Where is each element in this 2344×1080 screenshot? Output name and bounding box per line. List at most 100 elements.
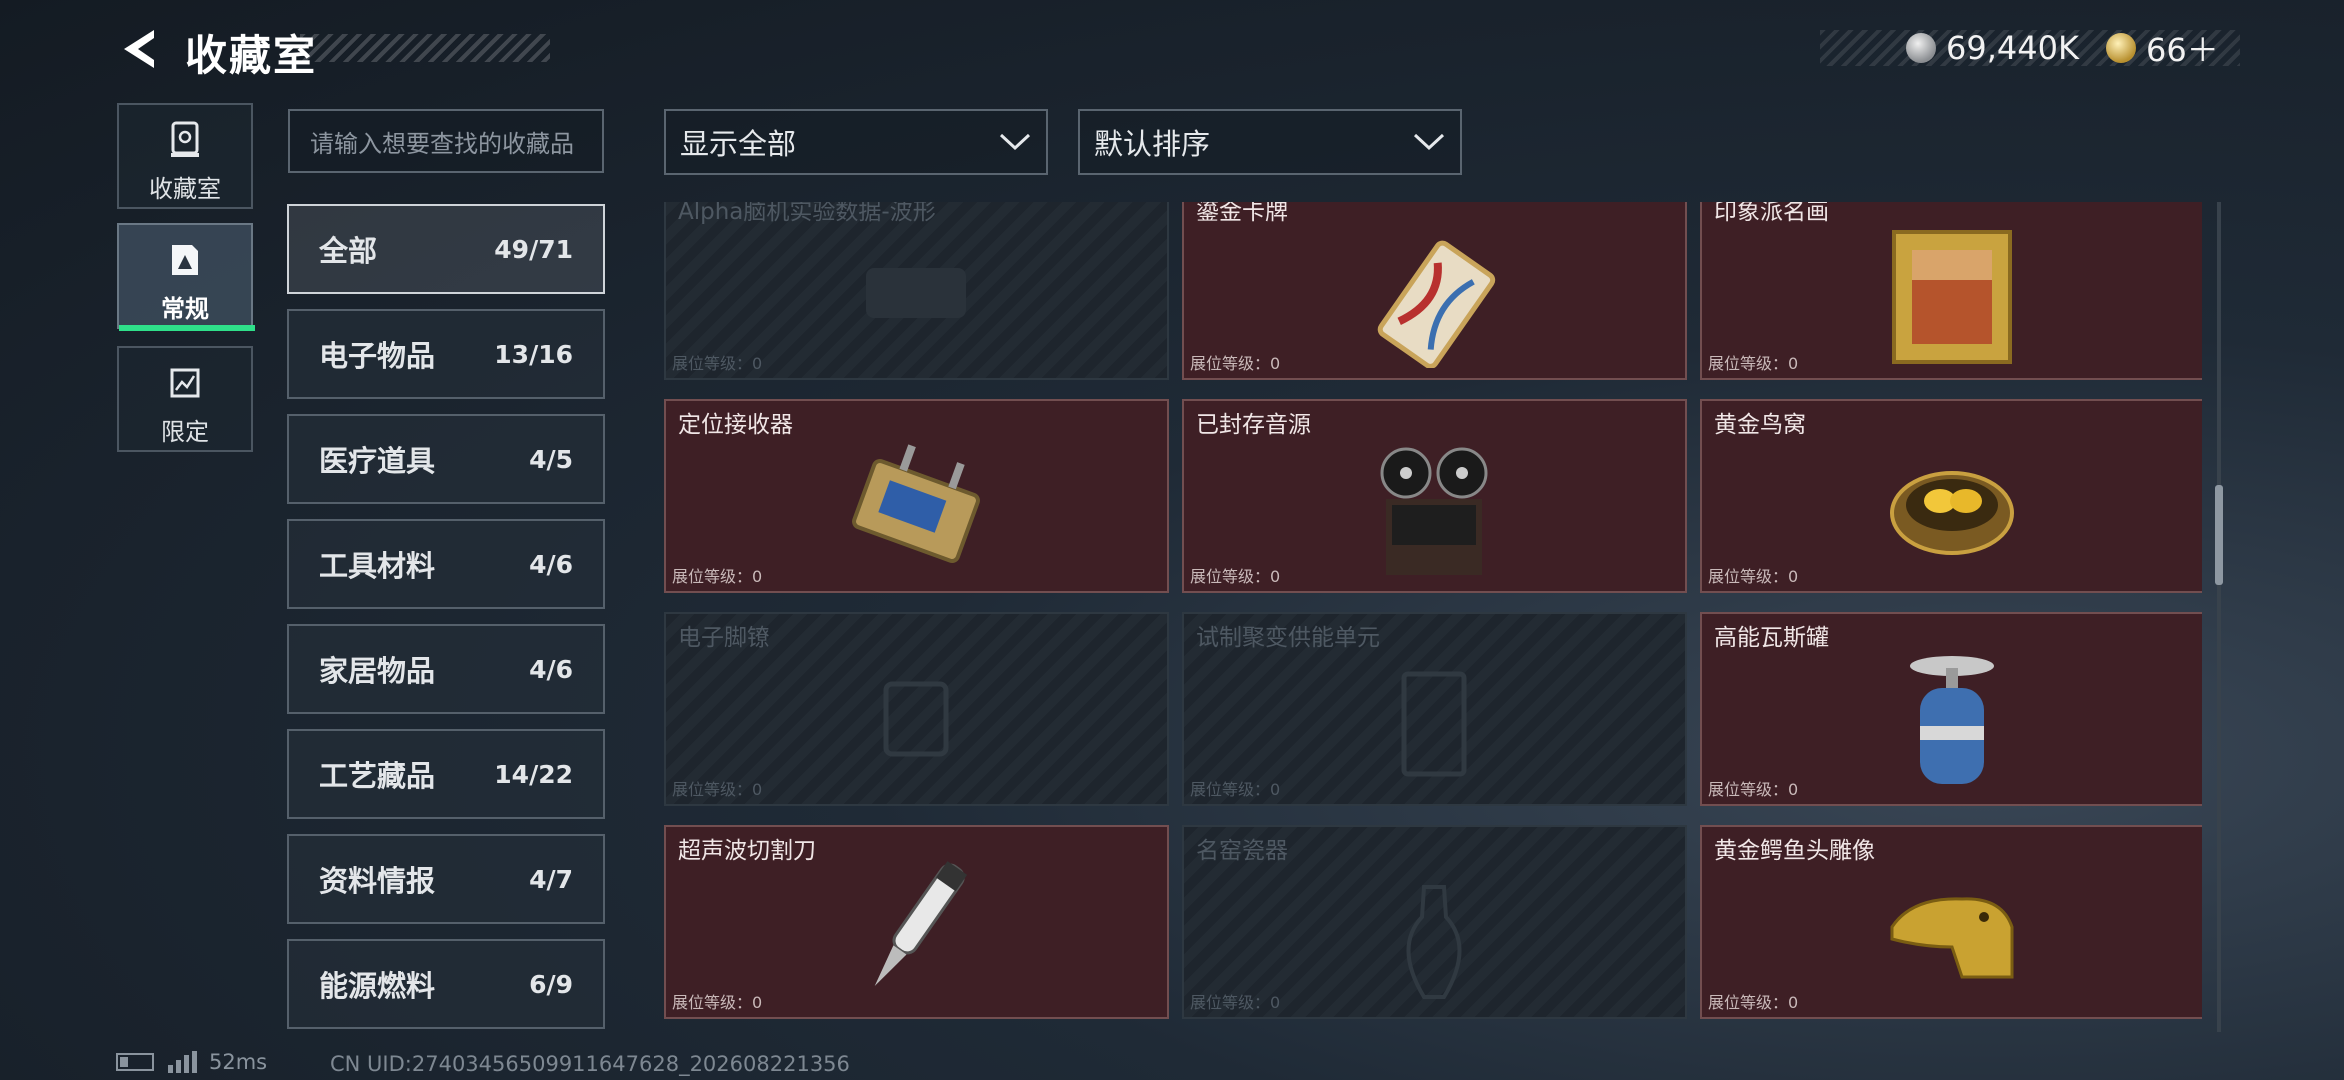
ultrasonic-cutter-icon [874,861,968,986]
silver-amount: 69,440K [1946,29,2079,67]
category-household[interactable]: 家居物品 4/6 [287,624,605,714]
title-decoration [300,34,550,62]
limited-icon [170,368,200,398]
category-count: 13/16 [494,339,573,369]
filter-value: 显示全部 [680,127,797,161]
category-count: 6/9 [529,969,573,999]
collection-card[interactable]: 黄金鳄鱼头雕像 展位等级：0 [1700,825,2202,1019]
collection-card[interactable]: 印象派名画 展位等级：0 [1700,202,2202,380]
item-name: 电子脚镣 [678,625,770,651]
display-level: 展位等级：0 [1190,993,1281,1012]
tab-vault[interactable]: 收藏室 [117,103,253,209]
category-name: 医疗道具 [319,444,436,478]
search-input[interactable]: 请输入想要查找的收藏品 [288,109,604,173]
collection-card[interactable]: 高能瓦斯罐 展位等级：0 [1700,612,2202,806]
item-name: 名窑瓷器 [1196,838,1288,864]
category-name: 资料情报 [319,864,436,898]
collection-card[interactable]: 试制聚变供能单元 展位等级：0 [1182,612,1687,806]
item-name: 黄金鸟窝 [1714,412,1806,438]
category-medical[interactable]: 医疗道具 4/5 [287,414,605,504]
porcelain-vase-icon [1406,885,1462,999]
filter-dropdown[interactable]: 显示全部 [664,109,1048,175]
sort-dropdown[interactable]: 默认排序 [1078,109,1462,175]
category-intel[interactable]: 资料情报 4/7 [287,834,605,924]
display-level: 展位等级：0 [672,993,763,1012]
tab-limited-label: 限定 [161,418,209,446]
scrollbar-track[interactable] [2217,202,2221,1032]
chevron-down-icon [999,133,1031,151]
category-crafts[interactable]: 工艺藏品 14/22 [287,729,605,819]
collection-grid: Alpha脑机实验数据-波形 展位等级：0 鎏金卡牌 展位等级：0 印象派名画 … [662,202,2202,1022]
item-name: 高能瓦斯罐 [1714,625,1829,651]
category-energy[interactable]: 能源燃料 6/9 [287,939,605,1029]
collection-card[interactable]: 鎏金卡牌 展位等级：0 [1182,202,1687,380]
page-title: 收藏室 [185,31,318,80]
painting-icon [1892,230,2012,364]
gold-amount: 66＋ [2146,31,2219,69]
collection-card[interactable]: Alpha脑机实验数据-波形 展位等级：0 [664,202,1169,380]
active-tab-indicator [119,325,255,331]
battery-icon [116,1053,154,1071]
display-level: 展位等级：0 [672,780,763,799]
tab-vault-label: 收藏室 [149,175,221,203]
category-tools[interactable]: 工具材料 4/6 [287,519,605,609]
category-name: 工艺藏品 [319,759,436,793]
sort-value: 默认排序 [1094,127,1211,161]
collection-card[interactable]: 定位接收器 展位等级：0 [664,399,1169,593]
collection-card[interactable]: 电子脚镣 展位等级：0 [664,612,1169,806]
tab-regular-label: 常规 [161,295,209,323]
category-count: 4/7 [529,864,573,894]
category-all[interactable]: 全部 49/71 [287,204,605,294]
fusion-unit-icon [1401,671,1467,777]
ankle-monitor-icon [883,681,949,757]
gold-token-icon [2106,33,2136,63]
item-name: 超声波切割刀 [678,838,816,864]
display-level: 展位等级：0 [1708,993,1799,1012]
gallery-icon [172,245,198,275]
gilded-card-icon [1377,240,1496,368]
display-level: 展位等级：0 [1708,354,1799,373]
display-level: 展位等级：0 [672,354,763,373]
scrollbar-thumb[interactable] [2215,485,2223,585]
item-name: 黄金鳄鱼头雕像 [1714,838,1875,864]
display-level: 展位等级：0 [1708,780,1799,799]
gas-canister-icon [1910,656,1994,784]
category-name: 家居物品 [319,654,436,688]
collection-card[interactable]: 名窑瓷器 展位等级：0 [1182,825,1687,1019]
item-name: 印象派名画 [1714,202,1829,225]
display-level: 展位等级：0 [1190,567,1281,586]
collection-card[interactable]: 黄金鸟窝 展位等级：0 [1700,399,2202,593]
currency-silver[interactable]: 69,440K [1906,26,2079,70]
item-name: 鎏金卡牌 [1196,202,1288,225]
signal-icon [168,1051,197,1073]
status-bar: 52ms [116,1050,267,1074]
category-count: 4/5 [529,444,573,474]
display-level: 展位等级：0 [672,567,763,586]
item-name: 定位接收器 [678,412,793,438]
currency-gold[interactable]: 66＋ [2106,26,2219,70]
header: 收藏室 69,440K 66＋ [0,0,2344,100]
back-arrow-icon[interactable] [116,24,166,74]
silver-coin-icon [1906,33,1936,63]
golden-nest-icon [1890,471,2014,555]
display-level: 展位等级：0 [1190,780,1281,799]
golden-crocodile-icon [1890,897,2014,979]
collection-card[interactable]: 已封存音源 展位等级：0 [1182,399,1687,593]
category-name: 工具材料 [319,549,436,583]
vault-icon [171,121,199,157]
tab-regular[interactable]: 常规 [117,223,255,331]
tab-limited[interactable]: 限定 [117,346,253,452]
item-name: 试制聚变供能单元 [1196,625,1380,651]
display-level: 展位等级：0 [1190,354,1281,373]
ping-value: 52ms [209,1050,268,1074]
data-drive-icon [866,268,966,318]
item-name: 已封存音源 [1196,412,1311,438]
display-level: 展位等级：0 [1708,567,1799,586]
collection-card[interactable]: 超声波切割刀 展位等级：0 [664,825,1169,1019]
chevron-down-icon [1413,133,1445,151]
category-electronics[interactable]: 电子物品 13/16 [287,309,605,399]
category-count: 4/6 [529,654,573,684]
category-name: 全部 [319,234,378,268]
category-name: 能源燃料 [319,969,436,1003]
category-name: 电子物品 [319,339,436,373]
